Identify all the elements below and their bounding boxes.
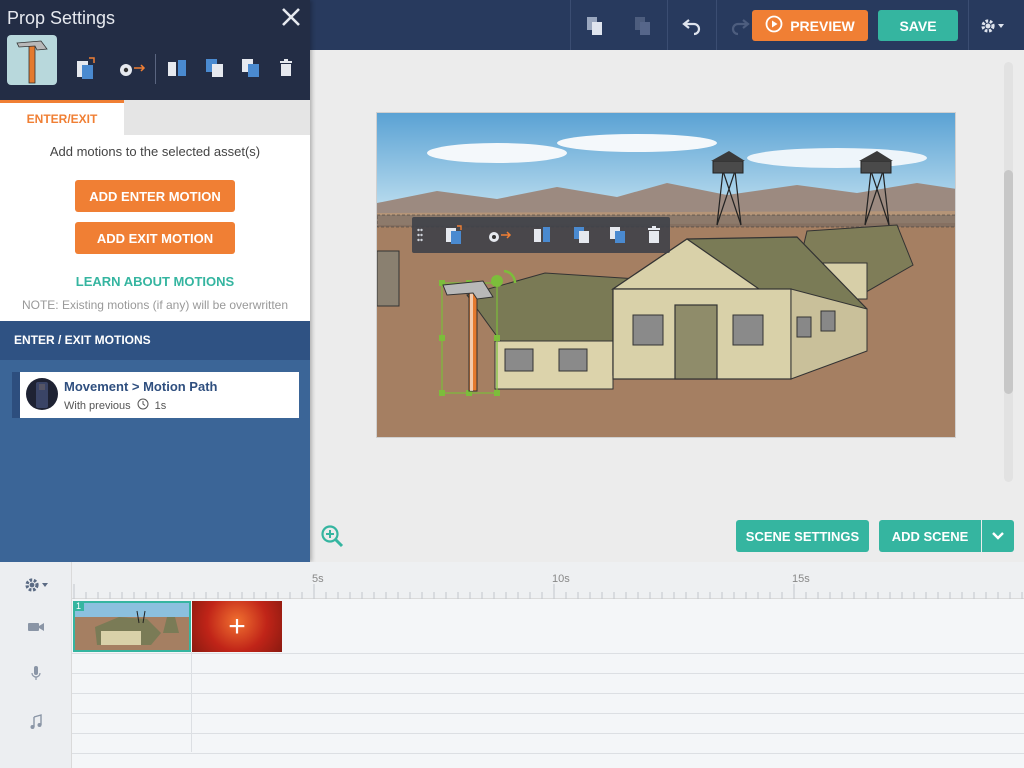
swap-asset-icon[interactable]: [75, 55, 97, 81]
send-backward-icon[interactable]: [608, 224, 628, 246]
enter-exit-description: Add motions to the selected asset(s): [49, 144, 261, 159]
save-button[interactable]: SAVE: [878, 10, 958, 41]
close-icon[interactable]: [279, 5, 303, 29]
flip-horizontal-icon[interactable]: [532, 224, 552, 246]
plus-icon: +: [228, 609, 246, 643]
motion-icon[interactable]: [486, 224, 516, 246]
timeline-settings-gear-icon[interactable]: [20, 575, 52, 595]
toolbar-divider: [155, 54, 156, 84]
motion-duration: 1s: [154, 399, 167, 412]
prop-thumbnail: [7, 35, 57, 85]
learn-about-motions-link[interactable]: LEARN ABOUT MOTIONS: [0, 274, 310, 289]
motions-section-header: ENTER / EXIT MOTIONS: [0, 321, 310, 360]
motion-subtitle: With previous 1s: [64, 398, 166, 413]
ruler-ticks: [73, 584, 1023, 599]
redo-icon[interactable]: [727, 13, 753, 39]
toolbar-divider: [716, 0, 717, 50]
scene-thumbnail[interactable]: [73, 601, 191, 652]
music-note-icon: [26, 712, 46, 732]
track-divider: [72, 653, 1024, 654]
tick-label: 10s: [552, 573, 570, 585]
panel-title: Prop Settings: [7, 8, 116, 28]
drag-handle-icon[interactable]: [415, 224, 425, 246]
canvas-scrollbar[interactable]: [1004, 170, 1013, 394]
paste-icon[interactable]: [630, 13, 656, 39]
bring-forward-icon[interactable]: [572, 224, 592, 246]
trash-icon[interactable]: [275, 55, 297, 81]
toolbar-divider: [667, 0, 668, 50]
preview-label: PREVIEW: [790, 17, 855, 34]
video-camera-icon: [26, 617, 46, 637]
toolbar-divider: [570, 0, 571, 50]
track-divider: [72, 673, 1024, 674]
track-divider: [72, 733, 1024, 734]
add-scene-dropdown[interactable]: [982, 520, 1014, 552]
track-divider: [72, 693, 1024, 694]
timeline-ruler[interactable]: [72, 562, 1024, 599]
zoom-in-icon[interactable]: [320, 524, 344, 548]
army-camp-scene: [377, 113, 955, 437]
trash-icon[interactable]: [644, 224, 664, 246]
track-divider: [191, 652, 192, 752]
tab-enter-exit[interactable]: ENTER/EXIT: [0, 100, 124, 135]
motion-list-item[interactable]: Movement > Motion Path With previous 1s: [12, 372, 299, 418]
track-divider: [72, 713, 1024, 714]
flip-horizontal-icon[interactable]: [166, 55, 188, 81]
microphone-icon: [26, 663, 46, 683]
swap-asset-icon[interactable]: [444, 224, 464, 246]
preview-button[interactable]: PREVIEW: [752, 10, 868, 41]
clock-icon: [137, 398, 149, 413]
motion-icon[interactable]: [117, 55, 149, 81]
tick-label: 15s: [792, 573, 810, 585]
add-exit-motion-button[interactable]: ADD EXIT MOTION: [75, 222, 235, 254]
play-circle-icon: [765, 15, 783, 36]
motion-asset-avatar: [26, 378, 58, 410]
scene-canvas[interactable]: [376, 112, 956, 438]
toolbar-divider: [968, 0, 969, 50]
motion-title: Movement > Motion Path: [64, 379, 218, 394]
undo-icon[interactable]: [679, 13, 705, 39]
copy-icon[interactable]: [582, 13, 608, 39]
motion-start-label: With previous: [64, 399, 131, 412]
add-scene-tile[interactable]: +: [192, 601, 282, 652]
add-enter-motion-button[interactable]: ADD ENTER MOTION: [75, 180, 235, 212]
overwrite-note: NOTE: Existing motions (if any) will be …: [21, 298, 289, 312]
send-backward-icon[interactable]: [240, 55, 262, 81]
track-divider: [72, 753, 1024, 754]
chevron-down-icon: [991, 529, 1005, 544]
add-scene-button[interactable]: ADD SCENE: [879, 520, 981, 552]
scene-number: 1: [73, 601, 85, 611]
settings-gear-icon[interactable]: [978, 13, 1008, 39]
bring-forward-icon[interactable]: [204, 55, 226, 81]
tick-label: 5s: [312, 573, 324, 585]
scene-settings-button[interactable]: SCENE SETTINGS: [736, 520, 869, 552]
asset-floating-toolbar: [412, 217, 670, 253]
